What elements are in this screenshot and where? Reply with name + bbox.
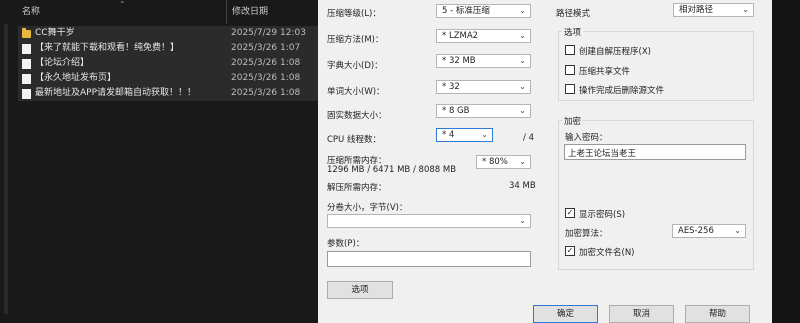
dictionary-select[interactable]: * 32 MB ⌄ bbox=[436, 54, 531, 68]
password-input[interactable]: 上老王论坛当老王 bbox=[564, 144, 746, 160]
file-date: 2025/3/26 1:07 bbox=[231, 43, 301, 53]
file-date: 2025/3/26 1:08 bbox=[231, 88, 301, 98]
chevron-down-icon: ⌄ bbox=[734, 226, 741, 235]
chevron-down-icon: ⌄ bbox=[519, 216, 526, 225]
encrypt-filenames-label: 加密文件名(N) bbox=[579, 248, 635, 258]
level-label: 压缩等级(L)： bbox=[327, 9, 381, 19]
memory-usage-select-value: * 80% bbox=[482, 157, 508, 167]
method-select[interactable]: * LZMA2 ⌄ bbox=[436, 29, 531, 43]
encryption-method-select-value: AES-256 bbox=[678, 226, 714, 236]
column-header-date[interactable]: 修改日期 bbox=[232, 0, 268, 24]
file-explorer: ⌃ 名称 修改日期 CC舞干岁 2025/7/29 12:03 【来了就能下载和… bbox=[0, 0, 318, 323]
split-volume-label: 分卷大小，字节(V)： bbox=[327, 203, 408, 213]
delete-source-label: 操作完成后删除源文件 bbox=[579, 86, 665, 96]
solid-block-select-value: * 8 GB bbox=[442, 106, 470, 116]
word-size-label: 单词大小(W)： bbox=[327, 87, 385, 97]
method-label: 压缩方法(M)： bbox=[327, 35, 384, 45]
show-password-checkbox[interactable]: ✓ bbox=[565, 208, 575, 218]
chevron-down-icon: ⌄ bbox=[481, 130, 488, 139]
options-button[interactable]: 选项 bbox=[327, 281, 393, 299]
word-size-select-value: * 32 bbox=[442, 82, 460, 92]
file-date: 2025/3/26 1:08 bbox=[231, 73, 301, 83]
encrypt-filenames-checkbox[interactable]: ✓ bbox=[565, 246, 575, 256]
sfx-checkbox[interactable] bbox=[565, 45, 575, 55]
decompress-memory-value: 34 MB bbox=[509, 181, 536, 191]
chevron-down-icon: ⌄ bbox=[519, 82, 526, 91]
chevron-down-icon: ⌄ bbox=[519, 157, 526, 166]
parameters-label: 参数(P)： bbox=[327, 239, 365, 249]
solid-block-select[interactable]: * 8 GB ⌄ bbox=[436, 104, 531, 118]
memory-usage-select[interactable]: * 80% ⌄ bbox=[476, 155, 531, 169]
encryption-method-label: 加密算法： bbox=[565, 229, 608, 239]
level-select[interactable]: 5 - 标准压缩 ⌄ bbox=[436, 4, 531, 18]
folder-icon bbox=[22, 28, 31, 38]
file-row-0[interactable]: CC舞干岁 2025/7/29 12:03 bbox=[18, 26, 318, 41]
level-select-value: 5 - 标准压缩 bbox=[442, 6, 490, 16]
document-icon bbox=[22, 59, 31, 69]
method-select-value: * LZMA2 bbox=[442, 31, 479, 41]
path-mode-select-value: 相对路径 bbox=[679, 5, 714, 15]
file-date: 2025/7/29 12:03 bbox=[231, 28, 306, 38]
cpu-threads-label: CPU 线程数： bbox=[327, 135, 381, 145]
file-row-4[interactable]: 最新地址及APP请发邮箱自动获取！！！ 2025/3/26 1:08 bbox=[18, 86, 318, 101]
chevron-down-icon: ⌄ bbox=[519, 106, 526, 115]
background-strip bbox=[772, 0, 800, 323]
parameters-input[interactable] bbox=[327, 251, 531, 267]
ok-button[interactable]: 确定 bbox=[533, 305, 598, 323]
cpu-threads-max: / 4 bbox=[523, 133, 534, 143]
decompress-memory-label: 解压所需内存： bbox=[327, 183, 387, 193]
encryption-group-title: 加密 bbox=[562, 115, 584, 127]
options-group-title: 选项 bbox=[562, 26, 584, 38]
path-mode-select[interactable]: 相对路径 ⌄ bbox=[673, 3, 754, 17]
document-icon bbox=[22, 89, 31, 99]
shared-files-checkbox[interactable] bbox=[565, 65, 575, 75]
file-name: 【来了就能下载和观看！纯免费！】 bbox=[35, 43, 180, 53]
column-separator[interactable] bbox=[226, 0, 227, 24]
delete-source-checkbox[interactable] bbox=[565, 84, 575, 94]
collapse-chevron-icon[interactable]: ⌃ bbox=[119, 0, 126, 10]
dictionary-label: 字典大小(D)： bbox=[327, 61, 383, 71]
file-row-2[interactable]: 【论坛介绍】 2025/3/26 1:08 bbox=[18, 56, 318, 71]
document-icon bbox=[22, 44, 31, 54]
cancel-button[interactable]: 取消 bbox=[609, 305, 674, 323]
cpu-threads-select[interactable]: * 4 ⌄ bbox=[436, 128, 493, 142]
file-name: 最新地址及APP请发邮箱自动获取！！！ bbox=[35, 88, 197, 98]
compression-dialog: 压缩等级(L)： 5 - 标准压缩 ⌄ 压缩方法(M)： * LZMA2 ⌄ 字典大… bbox=[318, 0, 772, 323]
show-password-label: 显示密码(S) bbox=[579, 210, 626, 220]
file-row-3[interactable]: 【永久地址发布页】 2025/3/26 1:08 bbox=[18, 71, 318, 86]
shared-files-label: 压缩共享文件 bbox=[579, 67, 631, 77]
chevron-down-icon: ⌄ bbox=[519, 6, 526, 15]
word-size-select[interactable]: * 32 ⌄ bbox=[436, 80, 531, 94]
document-icon bbox=[22, 74, 31, 84]
encryption-method-select[interactable]: AES-256 ⌄ bbox=[672, 224, 746, 238]
split-volume-select[interactable]: ⌄ bbox=[327, 214, 531, 228]
password-label: 输入密码： bbox=[565, 133, 608, 143]
file-row-1[interactable]: 【来了就能下载和观看！纯免费！】 2025/3/26 1:07 bbox=[18, 41, 318, 56]
column-header-name[interactable]: 名称 bbox=[22, 0, 40, 24]
path-mode-label: 路径模式 bbox=[556, 9, 591, 19]
solid-block-label: 固实数据大小： bbox=[327, 111, 387, 121]
help-button[interactable]: 帮助 bbox=[685, 305, 750, 323]
cpu-threads-select-value: * 4 bbox=[442, 130, 455, 140]
file-name: 【论坛介绍】 bbox=[35, 58, 90, 68]
compress-memory-detail: 1296 MB / 6471 MB / 8088 MB bbox=[327, 165, 457, 175]
file-name: CC舞干岁 bbox=[35, 28, 75, 38]
dictionary-select-value: * 32 MB bbox=[442, 56, 476, 66]
chevron-down-icon: ⌄ bbox=[742, 5, 749, 14]
chevron-down-icon: ⌄ bbox=[519, 56, 526, 65]
file-date: 2025/3/26 1:08 bbox=[231, 58, 301, 68]
sfx-label: 创建自解压程序(X) bbox=[579, 47, 651, 57]
file-name: 【永久地址发布页】 bbox=[35, 73, 117, 83]
scrollbar[interactable] bbox=[4, 24, 8, 314]
chevron-down-icon: ⌄ bbox=[519, 31, 526, 40]
